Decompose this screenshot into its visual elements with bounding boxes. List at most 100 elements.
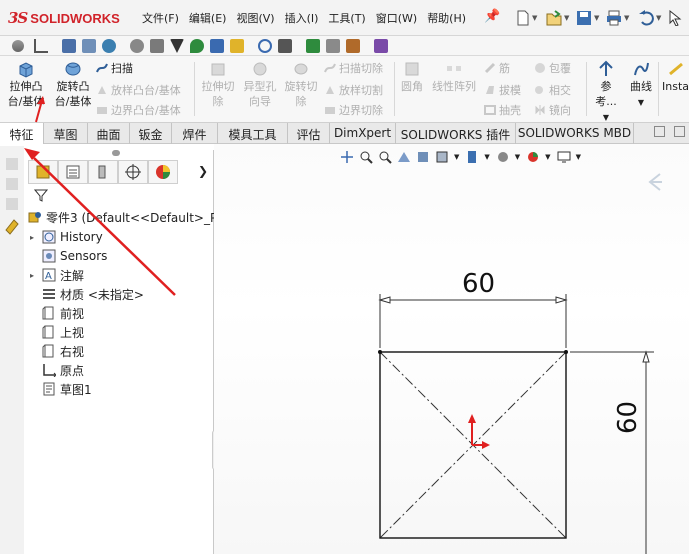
binoculars-icon[interactable] bbox=[278, 39, 292, 53]
tree-item-sketch1[interactable]: 草图1 bbox=[30, 380, 92, 398]
property-manager-icon[interactable] bbox=[58, 160, 88, 184]
restore-window-icon[interactable] bbox=[654, 126, 665, 137]
boundary-boss-label: 边界凸台/基体 bbox=[111, 104, 181, 117]
sketch-point[interactable] bbox=[564, 350, 568, 354]
settings-alt-icon[interactable] bbox=[150, 39, 164, 53]
monitor-icon[interactable] bbox=[62, 39, 76, 53]
tree-item-material[interactable]: 材质 <未指定> bbox=[30, 285, 144, 303]
undo-button[interactable]: ▼ bbox=[638, 8, 661, 28]
wrap-button[interactable]: 包覆 bbox=[534, 60, 571, 76]
menu-tools[interactable]: 工具(T) bbox=[328, 10, 365, 26]
funnel-icon[interactable] bbox=[170, 39, 184, 53]
panel-grip-icon[interactable] bbox=[112, 150, 120, 156]
feature-manager-icon[interactable] bbox=[28, 160, 58, 184]
chart-icon[interactable] bbox=[346, 39, 360, 53]
sweep-button[interactable]: 扫描 bbox=[96, 60, 133, 76]
fillet-button[interactable]: 圆角 bbox=[398, 60, 426, 94]
mirror-button[interactable]: 镜向 bbox=[534, 102, 571, 118]
filter-icon[interactable] bbox=[34, 188, 48, 202]
swept-cut-button[interactable]: 扫描切除 bbox=[324, 60, 383, 76]
grid-icon[interactable] bbox=[210, 39, 224, 53]
tab-evaluate[interactable]: 评估 bbox=[288, 123, 330, 144]
boundary-boss-button[interactable]: 边界凸台/基体 bbox=[96, 102, 181, 118]
menu-window[interactable]: 窗口(W) bbox=[376, 10, 417, 26]
select-button[interactable] bbox=[668, 8, 682, 28]
component-icon[interactable] bbox=[230, 39, 244, 53]
print-button[interactable]: ▼ bbox=[606, 8, 629, 28]
tree-item-history[interactable]: ▸ History bbox=[30, 228, 103, 246]
menu-view[interactable]: 视图(V) bbox=[236, 10, 274, 26]
dropdown-arrow-icon[interactable]: ▼ bbox=[603, 113, 609, 122]
resource-icon[interactable] bbox=[6, 178, 18, 190]
save-button[interactable]: ▼ bbox=[576, 8, 599, 28]
extrude-boss-button[interactable]: 拉伸凸 台/基体 bbox=[6, 60, 46, 109]
open-document-button[interactable]: ▼ bbox=[546, 8, 569, 28]
menu-file[interactable]: 文件(F) bbox=[142, 10, 179, 26]
expand-arrow-icon[interactable]: ▸ bbox=[30, 271, 40, 280]
reference-geometry-button[interactable]: 参考... ▼ bbox=[590, 60, 622, 125]
tab-sketch[interactable]: 草图 bbox=[44, 123, 88, 144]
pin-panel-icon[interactable] bbox=[6, 158, 18, 170]
zoom-icon[interactable] bbox=[258, 39, 272, 53]
tab-dimxpert[interactable]: DimXpert bbox=[330, 123, 396, 144]
globe-icon[interactable] bbox=[102, 39, 116, 53]
hole-wizard-button[interactable]: 异型孔 向导 bbox=[240, 60, 280, 109]
menu-edit[interactable]: 编辑(E) bbox=[189, 10, 227, 26]
measure-icon[interactable] bbox=[12, 40, 24, 52]
library-icon[interactable] bbox=[6, 198, 18, 210]
tile-window-icon[interactable] bbox=[674, 126, 685, 137]
tab-sheet-metal[interactable]: 钣金 bbox=[130, 123, 172, 144]
width-dimension-text[interactable]: 60 bbox=[462, 269, 495, 299]
extrude-cut-button[interactable]: 拉伸切 除 bbox=[198, 60, 238, 109]
pin-menu-icon[interactable]: 📌 bbox=[484, 9, 500, 24]
configuration-manager-icon[interactable] bbox=[88, 160, 118, 184]
tab-features[interactable]: 特征 bbox=[0, 123, 44, 144]
tree-item-front-plane[interactable]: 前视 bbox=[30, 304, 84, 322]
options-icon[interactable] bbox=[374, 39, 388, 53]
tab-solidworks-mbd[interactable]: SOLIDWORKS MBD bbox=[516, 123, 634, 144]
boundary-cut-button[interactable]: 边界切除 bbox=[324, 102, 383, 118]
dimxpert-manager-icon[interactable] bbox=[118, 160, 148, 184]
location-icon[interactable] bbox=[190, 39, 204, 53]
tab-mold-tools[interactable]: 模具工具 bbox=[218, 123, 288, 144]
tab-surfaces[interactable]: 曲面 bbox=[88, 123, 130, 144]
display-manager-icon[interactable] bbox=[148, 160, 178, 184]
tree-part-root[interactable]: 零件3 (Default<<Default>_Ph bbox=[26, 208, 225, 226]
tree-item-origin[interactable]: 原点 bbox=[30, 361, 84, 379]
rib-button[interactable]: 筋 bbox=[484, 60, 510, 76]
height-dimension-text[interactable]: 60 bbox=[613, 401, 643, 434]
tab-solidworks-addins[interactable]: SOLIDWORKS 插件 bbox=[396, 123, 516, 144]
menu-help[interactable]: 帮助(H) bbox=[427, 10, 466, 26]
printer-small-icon[interactable] bbox=[326, 39, 340, 53]
tree-item-annotations[interactable]: ▸ A 注解 bbox=[30, 266, 84, 284]
lofted-cut-button[interactable]: 放样切割 bbox=[324, 82, 383, 98]
tree-item-sensors[interactable]: Sensors bbox=[30, 247, 107, 265]
network-icon[interactable] bbox=[82, 39, 96, 53]
intersect-button[interactable]: 相交 bbox=[534, 82, 571, 98]
dropdown-arrow-icon[interactable]: ▼ bbox=[638, 98, 644, 107]
tree-item-label: 前视 bbox=[60, 306, 85, 321]
tree-item-top-plane[interactable]: 上视 bbox=[30, 323, 84, 341]
appearance-icon[interactable] bbox=[5, 219, 19, 235]
mirror-label: 镜向 bbox=[549, 104, 571, 117]
tab-weldments[interactable]: 焊件 bbox=[172, 123, 218, 144]
linear-pattern-button[interactable]: 线性阵列 bbox=[428, 60, 480, 94]
sketch-point[interactable] bbox=[378, 350, 382, 354]
curves-button[interactable]: 曲线 ▼ bbox=[626, 60, 656, 110]
new-document-button[interactable]: ▼ bbox=[516, 8, 537, 28]
chevron-right-icon[interactable]: ❯ bbox=[198, 164, 208, 178]
shell-button[interactable]: 抽壳 bbox=[484, 102, 521, 118]
menu-insert[interactable]: 插入(I) bbox=[285, 10, 319, 26]
revolve-cut-button[interactable]: 旋转切 除 bbox=[281, 60, 321, 109]
revolve-boss-button[interactable]: 旋转凸 台/基体 bbox=[52, 60, 94, 109]
draft-button[interactable]: 拔模 bbox=[484, 82, 521, 98]
axis-icon[interactable] bbox=[34, 39, 48, 53]
expand-arrow-icon[interactable]: ▸ bbox=[30, 233, 40, 242]
confirmation-corner-icon[interactable] bbox=[648, 173, 662, 191]
instant3d-button[interactable]: Insta bbox=[662, 60, 689, 94]
spreadsheet-icon[interactable] bbox=[306, 39, 320, 53]
loft-button[interactable]: 放样凸台/基体 bbox=[96, 82, 181, 98]
sketch-canvas[interactable]: 60 60 bbox=[214, 144, 689, 554]
gear-icon[interactable] bbox=[130, 39, 144, 53]
tree-item-right-plane[interactable]: 右视 bbox=[30, 342, 84, 360]
